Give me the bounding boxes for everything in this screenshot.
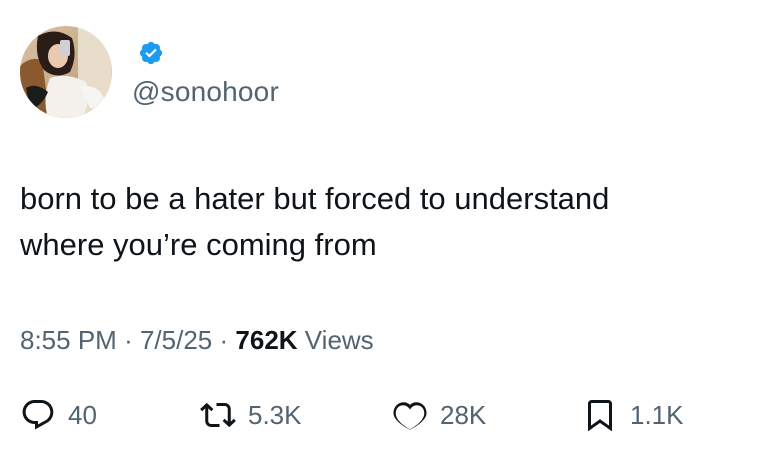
like-button[interactable]: 28K — [392, 393, 486, 437]
tweet-text-line: where you’re coming from — [20, 227, 377, 262]
avatar[interactable] — [20, 26, 112, 118]
bookmark-button[interactable]: 1.1K — [582, 393, 684, 437]
like-count: 28K — [440, 399, 487, 430]
tweet-time[interactable]: 8:55 PM — [20, 325, 117, 355]
tweet-text: born to be a hater but forced to underst… — [20, 176, 740, 268]
views-label: Views — [304, 325, 374, 355]
speech-bubble-icon — [22, 400, 54, 430]
verified-checkmark-icon — [139, 41, 163, 65]
reply-button[interactable]: 40 — [20, 393, 97, 437]
repost-button[interactable]: 5.3K — [200, 393, 302, 437]
avatar-photo — [20, 26, 112, 118]
tweet-card: @sonohoor born to be a hater but forced … — [0, 0, 760, 473]
bookmark-count: 1.1K — [630, 399, 684, 430]
tweet-text-line: born to be a hater but forced to underst… — [20, 181, 610, 216]
bookmark-icon — [588, 400, 612, 432]
action-bar: 40 5.3K 28K 1.1K — [0, 393, 760, 437]
tweet-meta: 8:55 PM · 7/5/25 · 762K Views — [20, 325, 374, 356]
meta-separator: · — [219, 325, 229, 355]
heart-icon — [393, 402, 427, 430]
reply-count: 40 — [68, 399, 97, 430]
repost-count: 5.3K — [248, 399, 302, 430]
views-count: 762K — [235, 325, 298, 355]
tweet-date[interactable]: 7/5/25 — [140, 325, 212, 355]
repost-arrows-icon — [200, 402, 236, 428]
user-handle[interactable]: @sonohoor — [132, 76, 279, 108]
meta-separator: · — [124, 325, 133, 355]
